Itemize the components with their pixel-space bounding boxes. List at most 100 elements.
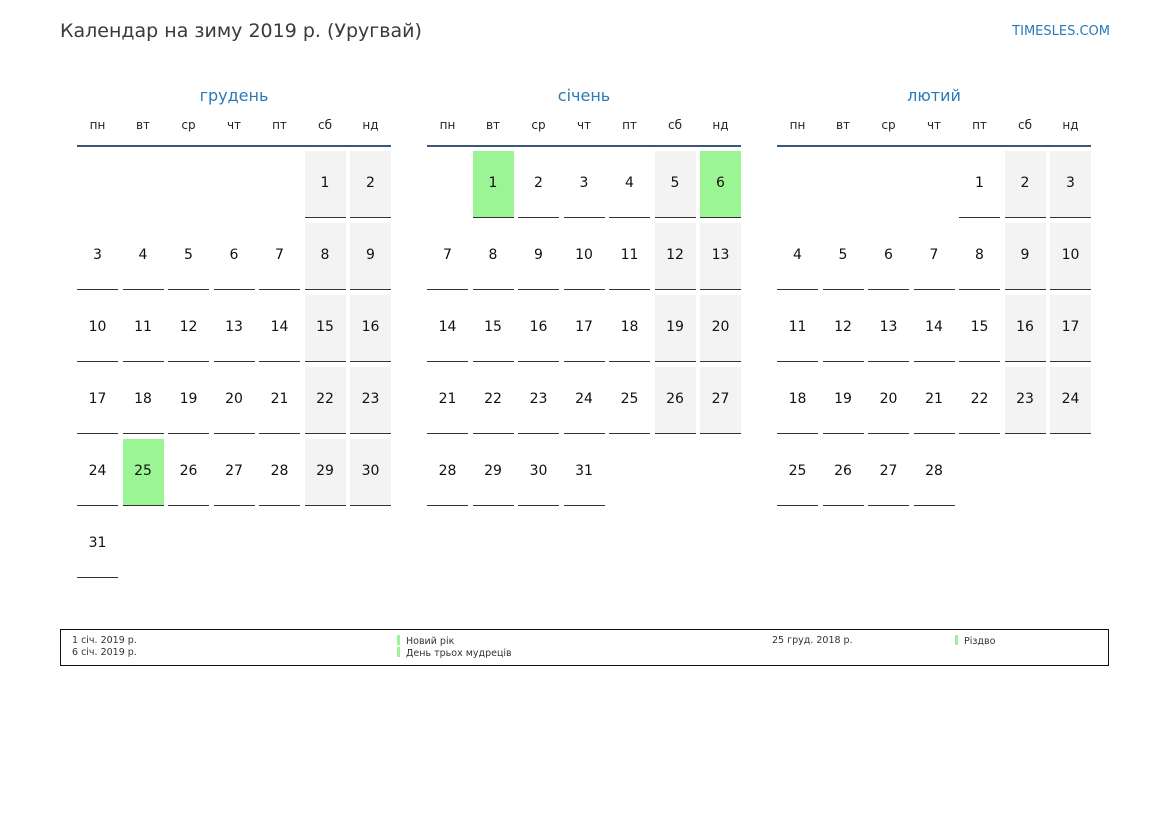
month-february: лютий пн вт ср чт пт сб нд 1 2 3 4 5 6 7 8 9 10 11 12 13 14… [777, 84, 1095, 506]
weekday-header: пн вт ср чт пт сб нд [427, 114, 741, 147]
day-cell: 12 [168, 295, 209, 362]
day-cell: 27 [213, 439, 255, 506]
empty-cell [427, 151, 468, 218]
day-cell: 11 [122, 295, 164, 362]
day-cell: 20 [213, 367, 255, 434]
empty-cell [777, 151, 818, 218]
site-link[interactable]: TIMESLES.COM [1012, 24, 1110, 39]
day-cell: 4 [609, 151, 650, 218]
legend-holiday-name: День трьох мудреців [406, 648, 512, 659]
day-cell: 5 [822, 223, 864, 290]
day-cell: 31 [77, 511, 118, 578]
day-cell: 20 [700, 295, 741, 362]
month-january: січень пн вт ср чт пт сб нд 1 2 3 4 5 6 7 8 9 10 11 12 13 1… [427, 84, 745, 506]
day-cell: 29 [304, 439, 346, 506]
weekday-header: пн вт ср чт пт сб нд [777, 114, 1091, 147]
day-cell: 5 [654, 151, 696, 218]
holiday-marker-icon [397, 635, 400, 645]
day-cell: 12 [654, 223, 696, 290]
day-cell: 30 [350, 439, 391, 506]
day-cell: 2 [350, 151, 391, 218]
legend-item: Різдво [955, 635, 995, 647]
day-cell: 14 [427, 295, 468, 362]
day-cell: 6 [213, 223, 255, 290]
weekday-label: пн [89, 118, 106, 132]
day-cell: 13 [700, 223, 741, 290]
holiday-day-cell: 1 [472, 151, 514, 218]
weekday-label: сб [318, 118, 332, 132]
weekday-label: нд [362, 118, 379, 132]
day-cell: 28 [427, 439, 468, 506]
day-cell: 13 [868, 295, 909, 362]
legend-names-right: Різдво [955, 635, 995, 647]
day-cell: 28 [913, 439, 955, 506]
day-cell: 25 [777, 439, 818, 506]
day-cell: 9 [1004, 223, 1046, 290]
day-cell: 9 [350, 223, 391, 290]
day-cell: 17 [77, 367, 118, 434]
legend-date: 25 груд. 2018 р. [772, 635, 853, 646]
day-cell: 10 [563, 223, 605, 290]
weekday-label: вт [485, 118, 501, 132]
day-cell: 17 [1050, 295, 1091, 362]
empty-cell [123, 151, 164, 218]
day-cell: 29 [472, 439, 514, 506]
legend-holiday-name: Різдво [964, 636, 996, 647]
day-cell: 20 [868, 367, 909, 434]
day-cell: 10 [77, 295, 118, 362]
day-cell: 5 [168, 223, 209, 290]
month-name: грудень [199, 86, 269, 105]
day-cell: 2 [1004, 151, 1046, 218]
day-grid: 1 2 3 4 5 6 7 8 9 10 11 12 13 14 15 16 17 18 19 20 21 22 23 24 2… [427, 151, 741, 506]
day-cell: 23 [1004, 367, 1046, 434]
day-cell: 21 [913, 367, 955, 434]
day-cell: 24 [563, 367, 605, 434]
weekday-label: нд [1062, 118, 1079, 132]
day-cell: 16 [518, 295, 559, 362]
day-cell: 26 [654, 367, 696, 434]
day-cell: 15 [304, 295, 346, 362]
day-cell: 1 [959, 151, 1000, 218]
day-cell: 18 [777, 367, 818, 434]
empty-cell [868, 151, 909, 218]
weekday-label: пт [622, 118, 637, 132]
day-cell: 8 [472, 223, 514, 290]
day-cell: 3 [1050, 151, 1091, 218]
day-cell: 31 [563, 439, 605, 506]
weekday-label: сб [1018, 118, 1032, 132]
day-cell: 15 [959, 295, 1000, 362]
day-cell: 26 [822, 439, 864, 506]
weekday-label: пт [272, 118, 287, 132]
month-name: лютий [907, 86, 961, 105]
day-cell: 23 [350, 367, 391, 434]
day-cell: 14 [259, 295, 300, 362]
day-cell: 9 [518, 223, 559, 290]
weekday-label: пт [972, 118, 987, 132]
legend-names-left: Новий рік День трьох мудреців [397, 635, 512, 659]
legend-holiday-name: Новий рік [406, 636, 455, 647]
day-cell: 3 [563, 151, 605, 218]
legend-dates-right: 25 груд. 2018 р. [772, 635, 853, 647]
day-cell: 27 [700, 367, 741, 434]
day-cell: 22 [304, 367, 346, 434]
holiday-legend: 1 січ. 2019 р. 6 січ. 2019 р. Новий рік … [60, 629, 1109, 666]
weekday-label: чт [926, 118, 942, 132]
day-cell: 4 [122, 223, 164, 290]
day-cell: 22 [959, 367, 1000, 434]
empty-cell [823, 151, 864, 218]
day-cell: 1 [304, 151, 346, 218]
day-cell: 7 [913, 223, 955, 290]
day-cell: 15 [472, 295, 514, 362]
weekday-label: нд [712, 118, 729, 132]
holiday-day-cell: 6 [700, 151, 741, 218]
day-cell: 25 [609, 367, 650, 434]
day-cell: 21 [427, 367, 468, 434]
month-name: січень [557, 86, 611, 105]
day-cell: 22 [472, 367, 514, 434]
weekday-label: пн [439, 118, 456, 132]
day-cell: 19 [654, 295, 696, 362]
page-title: Календар на зиму 2019 р. (Уругвай) [60, 20, 422, 42]
day-cell: 17 [563, 295, 605, 362]
weekday-label: чт [226, 118, 242, 132]
day-cell: 18 [609, 295, 650, 362]
